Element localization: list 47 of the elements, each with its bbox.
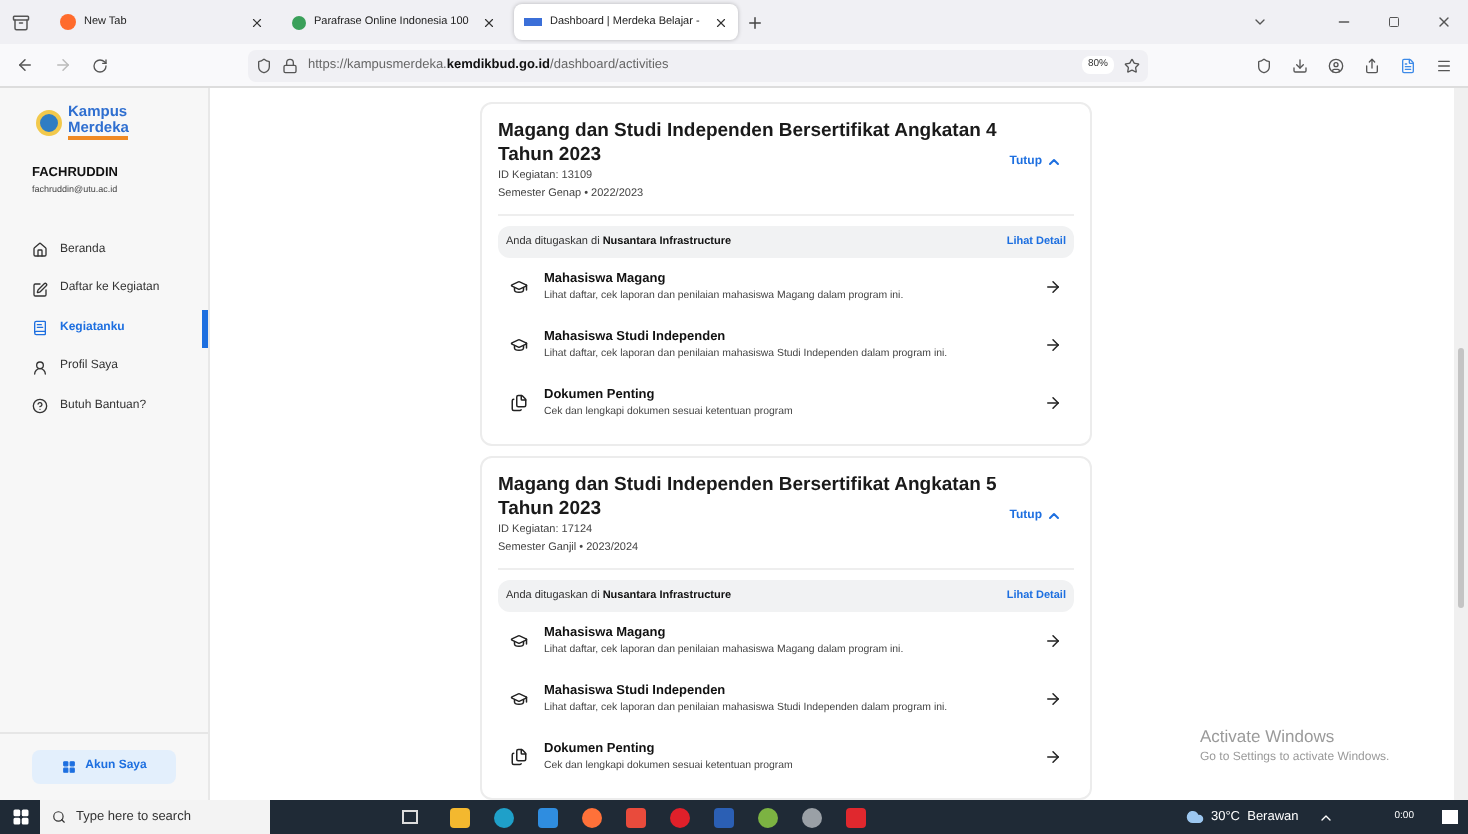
activity-title: Magang dan Studi Independen Bersertifikat Angkatan 4 Tahun 2023 xyxy=(498,120,999,168)
weather-icon xyxy=(1186,808,1205,826)
logo-emblem-icon xyxy=(36,109,62,135)
close-icon[interactable] xyxy=(714,15,728,29)
search-icon xyxy=(52,810,66,824)
tab-list-icon[interactable] xyxy=(12,13,30,31)
arrow-right-icon xyxy=(1044,336,1062,354)
arrow-right-icon xyxy=(1044,632,1062,650)
book-icon xyxy=(32,320,48,337)
download-icon[interactable] xyxy=(1292,57,1308,73)
grid-icon xyxy=(61,760,76,774)
share-icon[interactable] xyxy=(1364,57,1380,73)
new-tab-icon[interactable] xyxy=(746,13,764,31)
help-icon xyxy=(32,398,48,415)
task-view-icon[interactable] xyxy=(402,810,418,824)
scrollbar[interactable] xyxy=(1454,88,1468,800)
arrow-right-icon xyxy=(1044,690,1062,708)
menu-icon[interactable] xyxy=(1436,57,1452,73)
shield-icon xyxy=(256,57,272,73)
graduation-cap-icon xyxy=(510,278,528,296)
chevron-down-icon[interactable] xyxy=(1252,14,1268,30)
close-icon[interactable] xyxy=(482,15,496,29)
graduation-cap-icon xyxy=(510,336,528,354)
chevron-up-icon xyxy=(1046,508,1062,524)
graduation-cap-icon xyxy=(510,632,528,650)
edit-icon xyxy=(32,281,48,298)
account-icon[interactable] xyxy=(1328,57,1344,73)
close-icon[interactable] xyxy=(250,15,264,29)
arrow-right-icon xyxy=(1044,748,1062,766)
browser-logo-icon xyxy=(60,14,76,30)
graduation-cap-icon xyxy=(510,690,528,708)
arrow-right-icon xyxy=(1044,394,1062,412)
arrow-right-icon xyxy=(1044,278,1062,296)
bookmark-star-icon[interactable] xyxy=(1124,57,1140,73)
house-icon xyxy=(32,242,48,259)
site-logo-icon xyxy=(524,18,542,26)
user-icon xyxy=(32,359,48,376)
windows-logo-icon xyxy=(11,808,29,826)
notes-icon[interactable] xyxy=(1400,57,1416,73)
activation-title: Activate Windows xyxy=(1200,724,1337,750)
activity-title: Magang dan Studi Independen Bersertifikat Angkatan 5 Tahun 2023 xyxy=(498,474,999,522)
restore-icon[interactable] xyxy=(1388,16,1400,28)
close-icon[interactable] xyxy=(1436,14,1452,30)
reload-icon[interactable] xyxy=(92,57,108,73)
back-icon[interactable] xyxy=(16,56,34,74)
lock-icon xyxy=(282,57,298,73)
chevron-up-icon xyxy=(1046,154,1062,170)
